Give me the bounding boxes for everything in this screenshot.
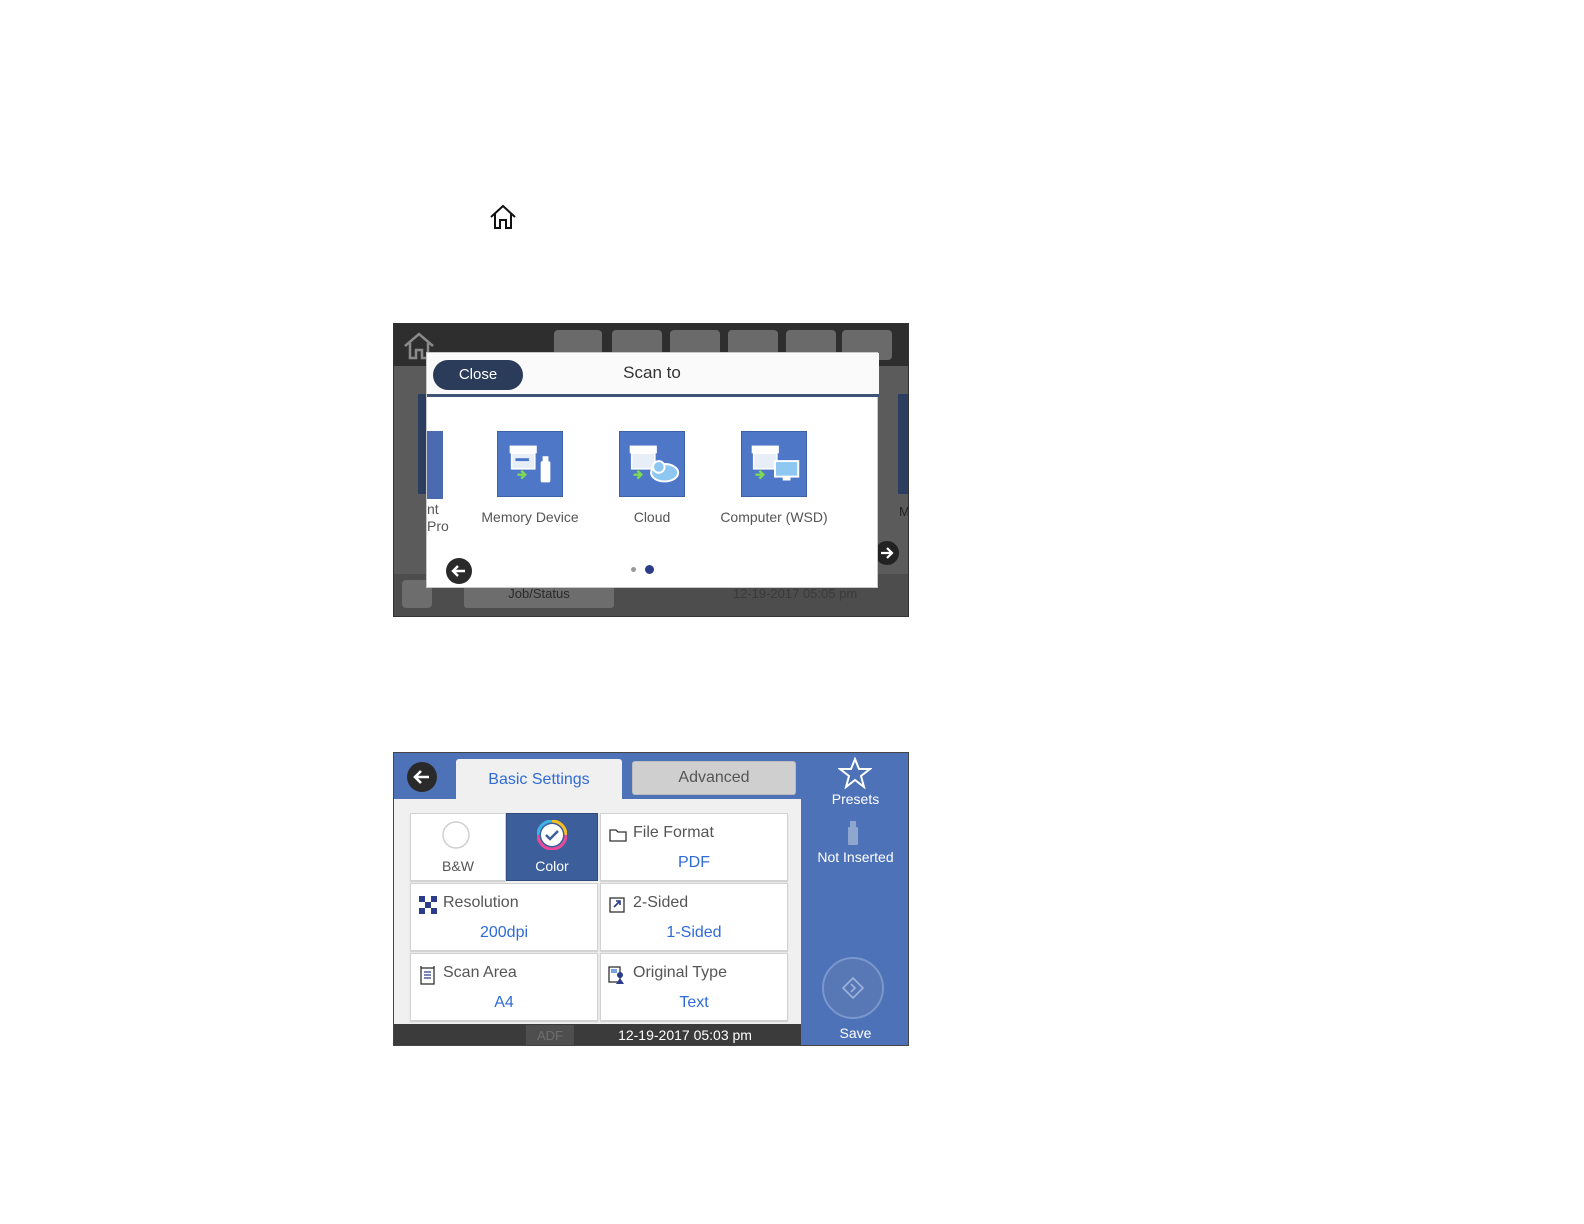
original-type-icon	[608, 966, 624, 984]
scan-area-icon	[420, 966, 435, 985]
page-indicator-dot-active	[645, 565, 654, 574]
two-sided-icon	[609, 897, 625, 913]
setting-scan-area[interactable]: Scan Area A4	[410, 953, 598, 1021]
scan-to-screen: M Job/Status 12-19-2017 05:05 pm Close S…	[393, 323, 909, 617]
setting-title: 2-Sided	[633, 894, 689, 911]
background-partial-label: M	[899, 504, 909, 519]
color-check-icon	[537, 820, 567, 850]
memory-device-icon	[848, 821, 858, 845]
setting-2-sided[interactable]: 2-Sided 1-Sided	[600, 883, 788, 951]
star-icon[interactable]	[838, 757, 872, 789]
setting-value: 200dpi	[479, 924, 529, 941]
setting-value: Text	[679, 994, 709, 1011]
page-indicator-dot	[631, 567, 636, 572]
datetime: 12-19-2017 05:03 pm	[618, 1027, 752, 1043]
color-option[interactable]: Color	[506, 813, 598, 881]
presets-label[interactable]: Presets	[801, 791, 908, 807]
close-button[interactable]: Close	[433, 360, 523, 390]
previous-page-arrow-icon[interactable]	[445, 557, 473, 585]
dialog-title: Scan to	[623, 363, 681, 382]
setting-original-type[interactable]: Original Type Text	[600, 953, 788, 1021]
setting-title: File Format	[633, 824, 714, 841]
setting-value: PDF	[678, 854, 710, 871]
destination-label: Computer (WSD)	[720, 509, 828, 525]
save-label: Save	[839, 1025, 872, 1041]
destination-label: Memory Device	[481, 509, 579, 525]
save-button[interactable]	[822, 957, 884, 1019]
partial-destination-label: nt Pro	[427, 501, 449, 534]
setting-value: 1-Sided	[666, 924, 722, 941]
destination-computer-wsd[interactable]: Computer (WSD)	[709, 431, 839, 541]
destination-cloud[interactable]: Cloud	[587, 431, 717, 541]
color-label: Color	[535, 858, 569, 874]
memory-status: Not Inserted	[817, 849, 894, 865]
background-tile	[898, 394, 908, 494]
home-icon	[490, 204, 516, 229]
bw-label: B&W	[442, 858, 474, 874]
cloud-icon	[619, 431, 685, 497]
resolution-icon	[419, 896, 437, 914]
setting-resolution[interactable]: Resolution 200dpi	[410, 883, 598, 951]
memory-device-icon	[497, 431, 563, 497]
bw-option[interactable]: B&W	[410, 813, 506, 881]
setting-title: Resolution	[443, 894, 519, 911]
setting-file-format[interactable]: File Format PDF	[600, 813, 788, 881]
destination-label: Cloud	[633, 509, 671, 525]
partial-destination-tile[interactable]	[427, 431, 443, 499]
setting-title: Original Type	[633, 964, 727, 981]
back-arrow-icon[interactable]	[406, 761, 438, 793]
tab-basic-settings[interactable]: Basic Settings	[456, 759, 622, 801]
scan-settings-screen: Basic Settings Advanced B&W Color File F…	[393, 752, 909, 1046]
tab-advanced[interactable]: Advanced	[632, 761, 796, 795]
folder-icon	[609, 829, 627, 842]
scan-to-dialog: Close Scan to nt Pro Memory Device Cloud…	[426, 352, 879, 588]
setting-title: Scan Area	[443, 964, 517, 981]
computer-wsd-icon	[741, 431, 807, 497]
setting-value: A4	[494, 994, 514, 1011]
destination-memory-device[interactable]: Memory Device	[465, 431, 595, 541]
adf-indicator: ADF	[526, 1025, 574, 1045]
bw-circle-icon	[442, 821, 470, 849]
save-diamond-icon	[841, 976, 865, 1000]
